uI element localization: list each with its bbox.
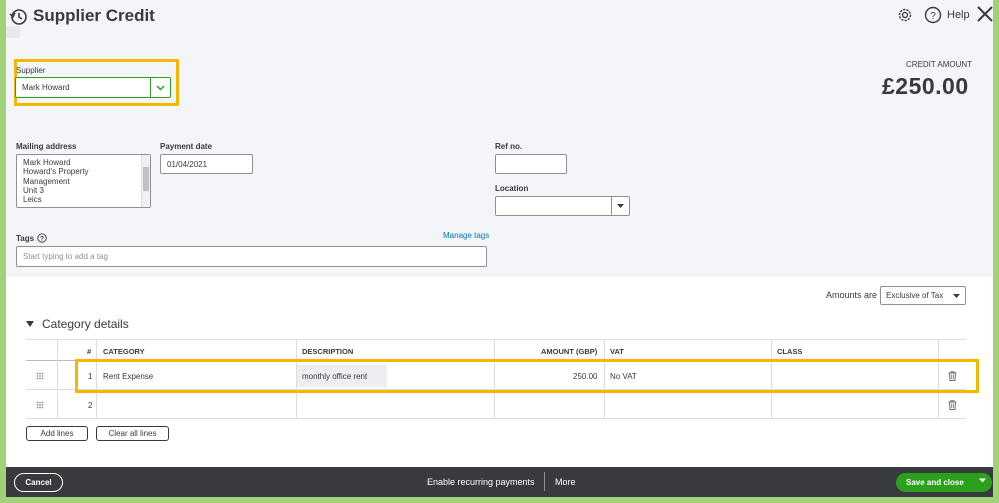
supplier-credit-window: Supplier Credit ? Help Supplier Mark How…	[6, 0, 993, 497]
column-header: #	[87, 347, 92, 356]
tags-placeholder: Start typing to add a tag	[23, 252, 108, 261]
table-row[interactable]: 2	[26, 391, 966, 419]
save-and-close-button[interactable]: Save and close	[896, 473, 992, 492]
mailing-address-label: Mailing address	[16, 142, 77, 151]
row-number: 2	[88, 401, 93, 410]
column-divider	[494, 391, 495, 419]
enable-recurring-button[interactable]: Enable recurring payments	[427, 477, 535, 487]
supplier-label: Supplier	[16, 66, 46, 75]
row-highlight	[75, 359, 979, 393]
close-icon[interactable]	[976, 5, 993, 23]
column-header: CATEGORY	[103, 347, 145, 356]
scroll-thumb[interactable]	[143, 167, 149, 191]
payment-date-label: Payment date	[160, 142, 213, 151]
recent-transactions-icon[interactable]	[8, 6, 30, 28]
address-line: Howard's Property	[23, 167, 89, 177]
ref-no-field[interactable]	[495, 154, 567, 174]
payment-date-value: 01/04/2021	[167, 159, 208, 169]
address-line: Leics	[23, 195, 42, 205]
address-scrollbar[interactable]	[141, 155, 150, 207]
svg-text:?: ?	[930, 11, 936, 22]
header: Supplier Credit ? Help	[6, 0, 993, 38]
credit-amount-value: £250.00	[882, 73, 969, 99]
address-line: Unit 3	[23, 185, 44, 195]
location-dropdown-button[interactable]	[611, 197, 629, 215]
column-header: DESCRIPTION	[302, 347, 354, 356]
category-details-toggle[interactable]: Category details	[26, 317, 129, 331]
clear-all-lines-button[interactable]: Clear all lines	[96, 426, 169, 441]
caret-down-icon	[953, 293, 960, 298]
column-divider	[57, 362, 58, 390]
drag-handle-icon[interactable]	[36, 372, 44, 380]
add-lines-button[interactable]: Add lines	[26, 426, 88, 441]
gear-icon[interactable]	[896, 6, 914, 24]
supplier-dropdown-button[interactable]	[150, 78, 170, 97]
drag-handle-icon[interactable]	[36, 401, 44, 409]
triangle-down-icon	[26, 321, 34, 327]
mailing-address-field[interactable]: Mark Howard Howard's Property Management…	[16, 154, 151, 208]
caret-down-icon[interactable]	[979, 478, 986, 483]
svg-text:?: ?	[40, 236, 44, 243]
column-divider	[771, 391, 772, 419]
tags-label: Tags	[16, 233, 35, 243]
info-icon[interactable]: ?	[37, 233, 47, 243]
column-divider	[938, 391, 939, 419]
address-line: Mark Howard	[23, 158, 71, 167]
manage-tags-link[interactable]: Manage tags	[443, 231, 489, 240]
column-divider	[96, 391, 97, 419]
table-header: # CATEGORY DESCRIPTION AMOUNT (GBP) VAT …	[26, 339, 966, 362]
column-divider	[604, 391, 605, 419]
location-select[interactable]	[495, 196, 630, 216]
credit-amount-label: CREDIT AMOUNT	[906, 60, 973, 69]
help-link[interactable]: Help	[947, 9, 970, 21]
trash-icon[interactable]	[948, 400, 957, 410]
ref-no-label: Ref no.	[495, 142, 523, 151]
footer-divider	[544, 472, 545, 491]
column-divider	[296, 391, 297, 419]
tags-label-group: Tags ?	[16, 233, 47, 243]
supplier-value: Mark Howard	[22, 83, 70, 92]
more-button[interactable]: More	[555, 477, 576, 487]
save-and-close-label: Save and close	[906, 478, 964, 487]
amounts-are-select[interactable]: Exclusive of Tax	[880, 286, 966, 305]
payment-date-field[interactable]: 01/04/2021	[160, 154, 253, 174]
page-title: Supplier Credit	[33, 6, 155, 25]
column-header: AMOUNT (GBP)	[541, 347, 598, 356]
column-divider	[57, 340, 58, 362]
column-header: VAT	[610, 347, 624, 356]
footer-bar: Cancel Enable recurring payments More Sa…	[6, 467, 993, 497]
chevron-down-icon	[156, 84, 165, 91]
address-line: Management	[23, 176, 70, 186]
category-details-title: Category details	[42, 317, 129, 331]
amounts-are-label: Amounts are	[826, 290, 878, 300]
help-icon[interactable]: ?	[924, 6, 942, 24]
supplier-field[interactable]: Mark Howard	[15, 77, 171, 98]
column-divider	[57, 391, 58, 419]
caret-down-icon	[617, 204, 624, 208]
cancel-button[interactable]: Cancel	[14, 473, 63, 492]
location-label: Location	[495, 184, 529, 193]
tags-input[interactable]: Start typing to add a tag	[16, 246, 487, 267]
column-header: CLASS	[777, 347, 803, 356]
amounts-are-value: Exclusive of Tax	[886, 291, 944, 300]
